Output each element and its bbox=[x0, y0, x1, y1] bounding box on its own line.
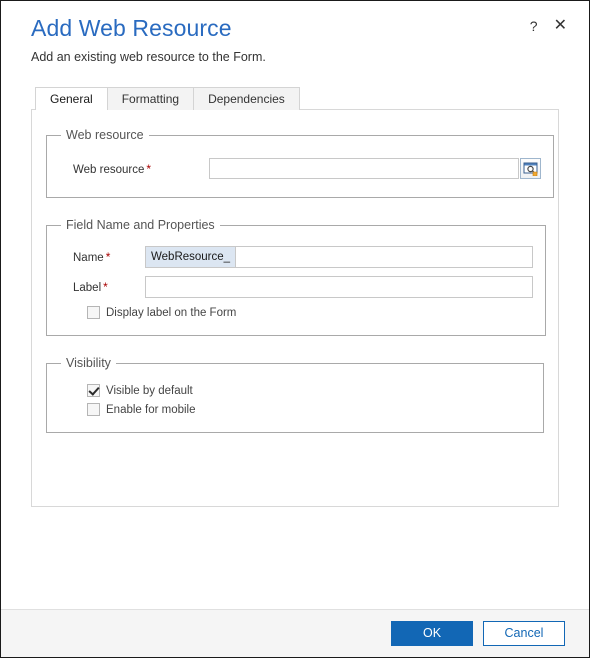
name-prefix: WebResource_ bbox=[145, 246, 236, 268]
header-icon-group: ? ✕ bbox=[530, 18, 567, 34]
display-label-row: Display label on the Form bbox=[59, 306, 533, 319]
display-label-checkbox-label[interactable]: Display label on the Form bbox=[106, 307, 236, 319]
display-label-checkbox[interactable] bbox=[87, 306, 100, 319]
label-row: Label * bbox=[59, 276, 533, 298]
label-input[interactable] bbox=[145, 276, 533, 298]
cancel-button[interactable]: Cancel bbox=[483, 621, 565, 646]
enable-for-mobile-checkbox[interactable] bbox=[87, 403, 100, 416]
visible-by-default-row: Visible by default bbox=[59, 384, 531, 397]
label-label-text: Label bbox=[73, 282, 102, 294]
dialog-subtitle: Add an existing web resource to the Form… bbox=[31, 50, 266, 64]
web-resource-row: Web resource * bbox=[59, 158, 541, 179]
tab-general[interactable]: General bbox=[35, 87, 108, 111]
name-row: Name * WebResource_ bbox=[59, 246, 534, 268]
page-title: Add Web Resource bbox=[31, 15, 232, 41]
lookup-browse-icon-button[interactable] bbox=[520, 158, 541, 179]
close-icon[interactable]: ✕ bbox=[554, 18, 567, 34]
name-field-label: Name * bbox=[59, 250, 145, 264]
required-asterisk: * bbox=[105, 250, 111, 264]
dialog-header: Add Web Resource Add an existing web res… bbox=[1, 1, 589, 87]
tab-strip: General Formatting Dependencies bbox=[35, 87, 559, 111]
dialog-footer: OK Cancel bbox=[1, 609, 589, 657]
tab-panel-general: Web resource Web resource * Field Name a… bbox=[31, 109, 559, 507]
visible-by-default-label[interactable]: Visible by default bbox=[106, 385, 193, 397]
label-field-label: Label * bbox=[59, 280, 145, 294]
name-input[interactable] bbox=[235, 246, 534, 268]
dialog-body: General Formatting Dependencies Web reso… bbox=[1, 87, 589, 609]
enable-for-mobile-label[interactable]: Enable for mobile bbox=[106, 404, 196, 416]
visibility-group: Visibility Visible by default Enable for… bbox=[46, 356, 544, 433]
name-label-text: Name bbox=[73, 252, 104, 264]
required-asterisk: * bbox=[103, 280, 108, 294]
tab-formatting[interactable]: Formatting bbox=[106, 87, 195, 110]
web-resource-group-legend: Web resource bbox=[66, 128, 144, 142]
lookup-browse-icon bbox=[523, 161, 538, 176]
web-resource-label-text: Web resource bbox=[73, 163, 145, 176]
visibility-group-legend: Visibility bbox=[66, 356, 111, 370]
ok-button[interactable]: OK bbox=[391, 621, 473, 646]
tab-dependencies[interactable]: Dependencies bbox=[193, 87, 300, 110]
visible-by-default-checkbox[interactable] bbox=[87, 384, 100, 397]
help-icon[interactable]: ? bbox=[530, 19, 538, 33]
web-resource-input[interactable] bbox=[209, 158, 519, 179]
web-resource-field-label: Web resource * bbox=[59, 162, 209, 176]
add-web-resource-dialog: Add Web Resource Add an existing web res… bbox=[0, 0, 590, 658]
web-resource-group: Web resource Web resource * bbox=[46, 128, 554, 198]
required-asterisk: * bbox=[146, 161, 152, 176]
field-name-properties-group: Field Name and Properties Name * WebResou… bbox=[46, 218, 547, 336]
field-name-properties-legend: Field Name and Properties bbox=[66, 218, 215, 232]
enable-for-mobile-row: Enable for mobile bbox=[59, 403, 531, 416]
